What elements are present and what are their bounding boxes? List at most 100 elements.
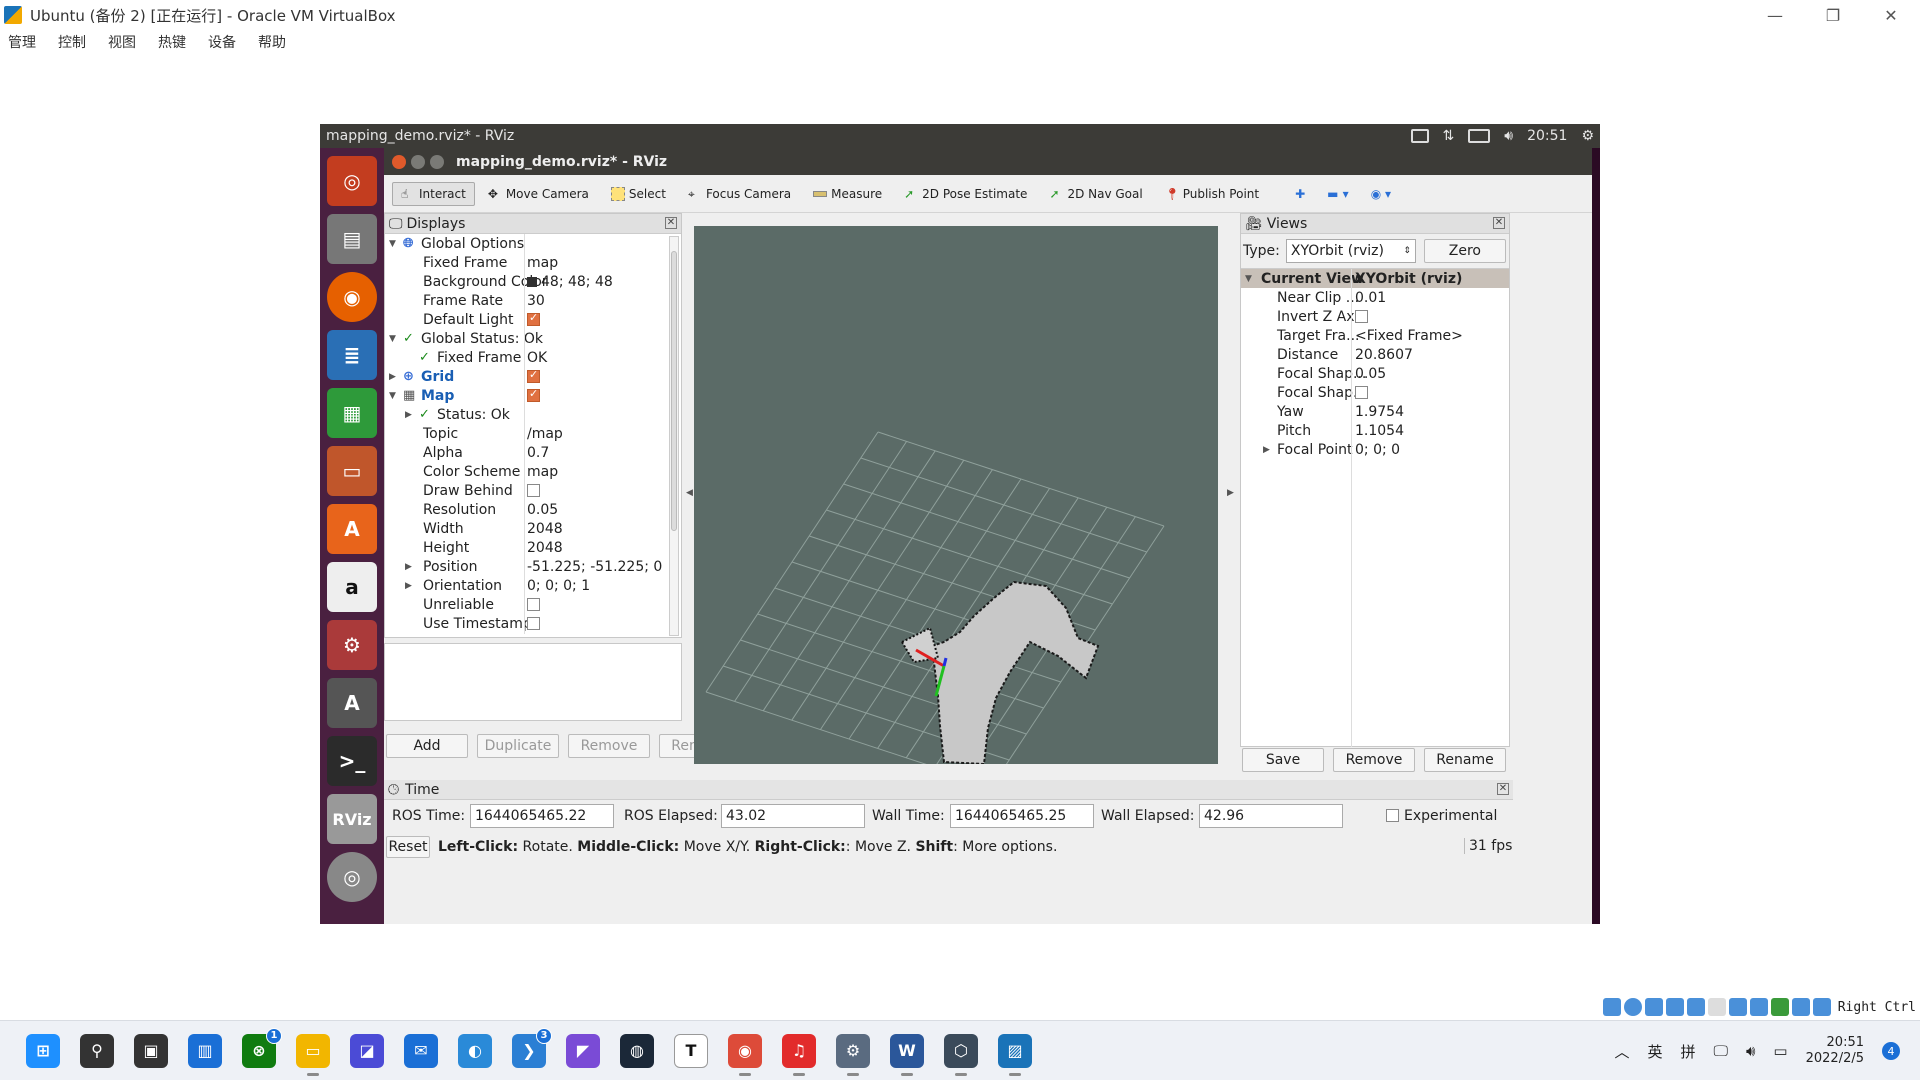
display-row[interactable]: ▶ Position -51.225; -51.225; 0 xyxy=(385,557,669,576)
view-property-row[interactable]: Target Fra... <Fixed Frame> xyxy=(1241,326,1509,345)
vscode-icon[interactable]: ❯ 3 xyxy=(512,1027,552,1068)
current-view-row[interactable]: ▼ Current View XYOrbit (rviz) xyxy=(1241,269,1509,288)
display-row[interactable]: Default Light xyxy=(385,310,669,329)
software-center-icon[interactable]: A xyxy=(327,504,377,554)
view-property-row[interactable]: Focal Shap... 0.05 xyxy=(1241,364,1509,383)
files-icon[interactable]: ▤ xyxy=(327,214,377,264)
display-row-value[interactable]: OK xyxy=(527,350,547,366)
chrome-icon[interactable]: ◉ xyxy=(728,1033,762,1076)
tool-measure[interactable]: Measure xyxy=(804,182,891,206)
display-row-checkbox[interactable] xyxy=(527,311,540,326)
menu-view[interactable]: 视图 xyxy=(108,32,136,52)
widgets-icon[interactable]: ▥ xyxy=(188,1033,222,1068)
menu-devices[interactable]: 设备 xyxy=(208,32,236,52)
display-row-value[interactable]: map xyxy=(527,464,558,480)
expand-arrow-icon[interactable]: ▶ xyxy=(405,410,412,420)
dvd-icon[interactable]: ◎ xyxy=(327,852,377,902)
ubuntu-dash-icon[interactable]: ◎ xyxy=(327,156,377,206)
display-row[interactable]: ▶ ⊕ Grid xyxy=(385,367,669,386)
mouse-integration-icon[interactable] xyxy=(1791,998,1810,1016)
ros-elapsed-field[interactable]: 43.02 xyxy=(721,804,865,828)
search-icon[interactable]: ⚲ xyxy=(80,1033,114,1068)
view-property-value[interactable]: <Fixed Frame> xyxy=(1355,328,1463,344)
time-close-button[interactable]: ✕ xyxy=(1497,783,1509,795)
view-property-value[interactable] xyxy=(1355,309,1368,325)
virtualbox-icon[interactable]: ▨ xyxy=(998,1033,1032,1076)
visual-studio-icon[interactable]: ◤ xyxy=(566,1033,600,1068)
tool-interact[interactable]: ☝ Interact xyxy=(392,181,475,206)
display-row[interactable]: ▶ Orientation 0; 0; 0; 1 xyxy=(385,576,669,595)
tool-move-camera[interactable]: ✥ Move Camera xyxy=(479,182,598,206)
collapse-arrow-icon[interactable]: ▼ xyxy=(1245,274,1252,284)
word-icon[interactable]: W xyxy=(890,1033,924,1076)
display-row-value[interactable]: 2048 xyxy=(527,540,563,556)
restore-button[interactable]: ❐ xyxy=(1804,0,1862,30)
3d-box-icon[interactable]: ⬡ xyxy=(944,1033,978,1076)
battery-icon[interactable]: ▭ xyxy=(1773,1042,1787,1060)
display-row-value[interactable] xyxy=(527,311,540,328)
close-button[interactable]: ✕ xyxy=(1862,0,1920,30)
expand-arrow-icon[interactable]: ▶ xyxy=(405,562,412,572)
display-row[interactable]: ▶ ✓ Status: Ok xyxy=(385,405,669,424)
impress-icon[interactable]: ▭ xyxy=(327,446,377,496)
display-row[interactable]: Height 2048 xyxy=(385,538,669,557)
rename-view-button[interactable]: Rename xyxy=(1424,748,1506,772)
ime-english-indicator[interactable]: 英 xyxy=(1647,1041,1662,1062)
expand-arrow-icon[interactable]: ▶ xyxy=(389,372,396,382)
software-updater-icon[interactable]: A xyxy=(327,678,377,728)
view-property-checkbox[interactable] xyxy=(1355,386,1368,399)
add-display-button[interactable]: Add xyxy=(386,734,468,758)
display-row[interactable]: Alpha 0.7 xyxy=(385,443,669,462)
expand-arrow-icon[interactable]: ▶ xyxy=(1263,445,1270,455)
netease-music-icon[interactable]: ♫ xyxy=(782,1033,816,1076)
wall-time-field[interactable]: 1644065465.25 xyxy=(950,804,1094,828)
collapse-arrow-icon[interactable]: ▼ xyxy=(389,334,396,344)
view-property-value[interactable]: 0; 0; 0 xyxy=(1355,442,1400,458)
minimize-button[interactable]: — xyxy=(1746,0,1804,30)
view-property-value[interactable]: 1.1054 xyxy=(1355,423,1404,439)
calc-icon[interactable]: ▦ xyxy=(327,388,377,438)
network-icon[interactable]: 🖵︎ xyxy=(1714,1042,1728,1060)
display-row-value[interactable]: 30 xyxy=(527,293,545,309)
optical-drive-icon[interactable] xyxy=(1623,998,1642,1016)
display-icon[interactable] xyxy=(1728,998,1747,1016)
display-row-checkbox[interactable] xyxy=(527,617,540,630)
steam-icon[interactable]: ◍ xyxy=(620,1033,654,1068)
save-view-button[interactable]: Save xyxy=(1242,748,1324,772)
view-property-row[interactable]: Pitch 1.1054 xyxy=(1241,421,1509,440)
display-row-checkbox[interactable] xyxy=(527,368,540,383)
shared-folders-icon[interactable] xyxy=(1707,998,1726,1016)
display-row[interactable]: ▼ ▦ Map xyxy=(385,386,669,405)
display-row-value[interactable]: 0; 0; 0; 1 xyxy=(527,578,590,594)
display-row[interactable]: Resolution 0.05 xyxy=(385,500,669,519)
keyboard-icon[interactable] xyxy=(1410,129,1429,143)
remove-tool-button[interactable]: ▬ ▾ xyxy=(1318,182,1358,206)
display-row-value[interactable]: map xyxy=(527,255,558,271)
view-property-row[interactable]: Focal Shap... xyxy=(1241,383,1509,402)
display-row-value[interactable]: 48; 48; 48 xyxy=(527,274,613,290)
tool-focus-camera[interactable]: ⌖ Focus Camera xyxy=(679,182,800,206)
ime-pinyin-indicator[interactable]: 拼 xyxy=(1680,1041,1695,1062)
view-property-row[interactable]: ▶ Focal Point 0; 0; 0 xyxy=(1241,440,1509,459)
volume-icon[interactable]: 🔊︎ xyxy=(1746,1042,1755,1060)
view-property-row[interactable]: Yaw 1.9754 xyxy=(1241,402,1509,421)
display-row-value[interactable]: 0.05 xyxy=(527,502,558,518)
menu-help[interactable]: 帮助 xyxy=(258,32,286,52)
expand-arrow-icon[interactable]: ▶ xyxy=(405,581,412,591)
system-settings-icon[interactable]: ⚙ xyxy=(327,620,377,670)
usb-icon[interactable] xyxy=(1686,998,1705,1016)
settings-icon[interactable]: ⚙ xyxy=(836,1033,870,1076)
windows-start-icon[interactable]: ⊞ xyxy=(26,1033,60,1068)
tool-select[interactable]: Select xyxy=(602,182,675,206)
view-property-value[interactable]: 1.9754 xyxy=(1355,404,1404,420)
display-row[interactable]: ✓ Fixed Frame OK xyxy=(385,348,669,367)
chevron-up-icon[interactable]: ︿ xyxy=(1614,1041,1629,1062)
remove-display-button[interactable]: Remove xyxy=(568,734,650,758)
display-row[interactable]: Topic/map xyxy=(385,424,669,443)
task-view-icon[interactable]: ▣ xyxy=(134,1033,168,1068)
typora-icon[interactable]: T xyxy=(674,1033,708,1068)
display-row[interactable]: Unreliable xyxy=(385,595,669,614)
tool-2d-pose-estimate[interactable]: ➚ 2D Pose Estimate xyxy=(895,182,1036,206)
display-row-value[interactable]: 2048 xyxy=(527,521,563,537)
view-property-checkbox[interactable] xyxy=(1355,310,1368,323)
